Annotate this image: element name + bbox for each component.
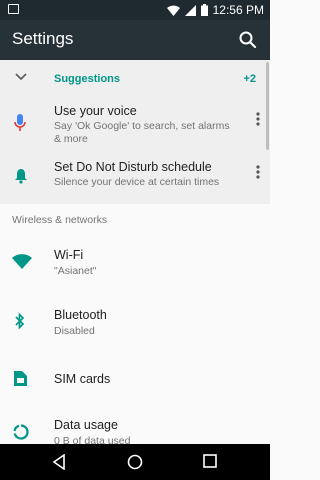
status-time: 12:56 PM	[212, 3, 264, 17]
more-vert-icon[interactable]	[256, 165, 260, 179]
battery-status-icon	[200, 4, 208, 16]
suggestion-item-dnd[interactable]: Set Do Not Disturb schedule Silence your…	[0, 156, 270, 204]
scrollbar[interactable]	[266, 62, 269, 150]
more-vert-icon[interactable]	[256, 112, 260, 126]
chevron-down-icon[interactable]	[14, 72, 28, 82]
bluetooth-icon	[15, 312, 25, 330]
wifi-icon	[12, 254, 32, 269]
suggestion-subtitle: Silence your device at certain times	[54, 176, 220, 188]
page-title: Settings	[12, 29, 74, 48]
section-title: Wireless & networks	[12, 214, 108, 226]
app-toolbar: Settings	[0, 20, 270, 60]
data-usage-icon	[13, 424, 29, 440]
section-header-wireless: Wireless & networks	[0, 204, 270, 234]
search-icon[interactable]	[238, 30, 258, 50]
item-title: SIM cards	[54, 372, 111, 386]
image-notification-icon	[8, 4, 19, 14]
bell-icon	[15, 169, 27, 184]
settings-item-sim[interactable]: SIM cards	[0, 354, 270, 404]
item-subtitle: Disabled	[54, 325, 95, 337]
settings-list[interactable]: Suggestions +2 Use your voice Say 'Ok Go…	[0, 60, 270, 444]
settings-item-wifi[interactable]: Wi-Fi "Asianet"	[0, 234, 270, 296]
status-bar: 12:56 PM	[0, 0, 270, 20]
settings-item-bluetooth[interactable]: Bluetooth Disabled	[0, 296, 270, 354]
suggestion-item-voice[interactable]: Use your voice Say 'Ok Google' to search…	[0, 98, 270, 156]
home-icon[interactable]	[127, 454, 143, 470]
suggestion-subtitle: Say 'Ok Google' to search, set alarms & …	[54, 120, 230, 145]
back-icon[interactable]	[52, 454, 66, 470]
recents-icon[interactable]	[203, 454, 217, 468]
settings-item-data-usage[interactable]: Data usage 0 B of data used	[0, 404, 270, 444]
item-title: Data usage	[54, 418, 118, 432]
suggestion-title: Use your voice	[54, 104, 137, 118]
item-subtitle: 0 B of data used	[54, 435, 131, 444]
suggestions-count[interactable]: +2	[243, 73, 256, 85]
suggestions-card: Suggestions +2 Use your voice Say 'Ok Go…	[0, 60, 270, 204]
signal-status-icon	[184, 4, 196, 16]
wifi-status-icon	[166, 5, 180, 16]
suggestions-header[interactable]: Suggestions +2	[0, 60, 270, 98]
item-subtitle: "Asianet"	[54, 265, 97, 277]
navigation-bar	[0, 444, 270, 480]
suggestions-label: Suggestions	[54, 73, 121, 85]
item-title: Wi-Fi	[54, 248, 84, 262]
sim-card-icon	[14, 371, 27, 386]
suggestion-title: Set Do Not Disturb schedule	[54, 160, 212, 174]
item-title: Bluetooth	[54, 308, 107, 322]
microphone-icon	[14, 114, 26, 131]
status-icons: 12:56 PM	[166, 2, 264, 18]
